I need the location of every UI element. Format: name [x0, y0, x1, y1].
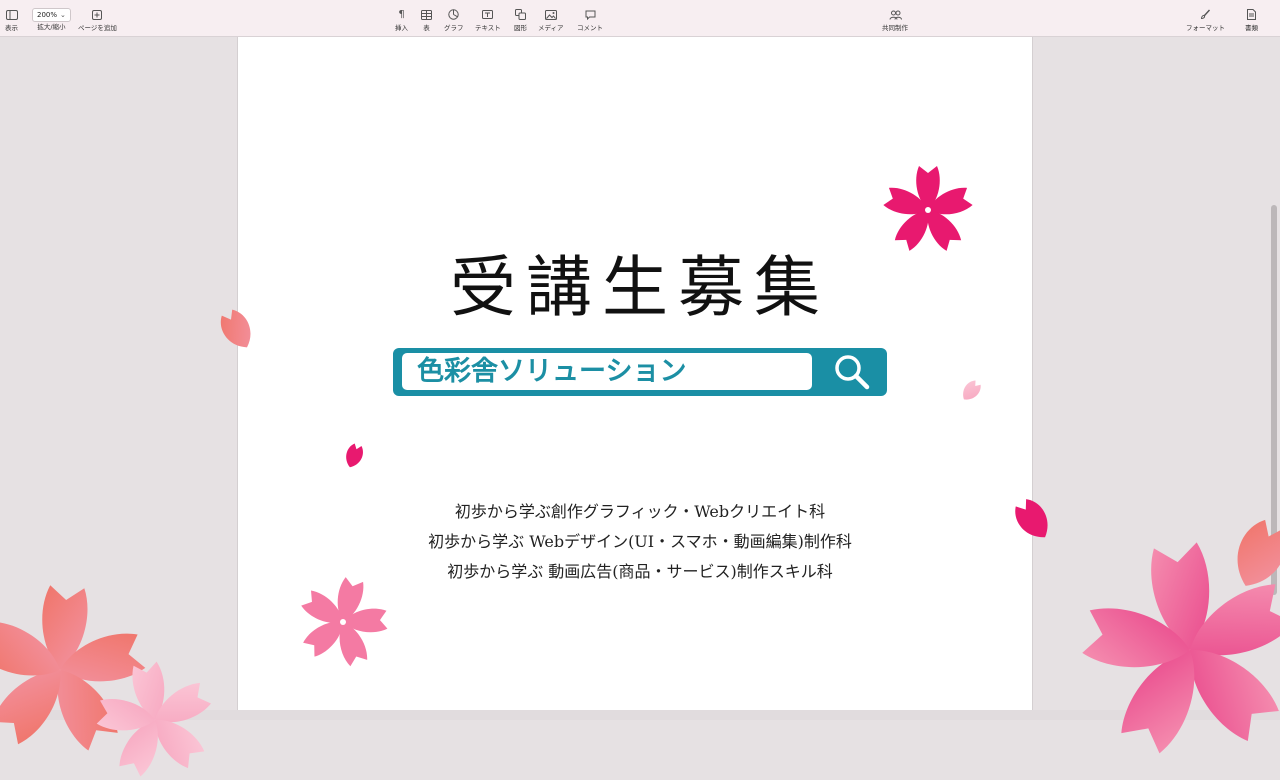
insert-button[interactable]: ¶ 挿入 — [395, 8, 408, 32]
pie-chart-icon — [448, 8, 459, 21]
media-button[interactable]: メディア — [538, 8, 564, 32]
view-label: 表示 — [5, 24, 18, 32]
image-icon — [544, 8, 557, 21]
table-label: 表 — [423, 24, 430, 32]
shape-button[interactable]: 図形 — [514, 8, 527, 32]
course-item: 初歩から学ぶ Webデザイン(UI・スマホ・動画編集)制作科 — [428, 532, 852, 551]
format-label: フォーマット — [1186, 24, 1225, 32]
zoom-value: 200% — [37, 11, 58, 19]
text-box-icon — [482, 8, 494, 21]
shape-icon — [515, 8, 526, 21]
sakura-petal-pink-small — [958, 377, 984, 405]
table-icon — [421, 8, 432, 21]
zoom-select[interactable]: 200% ⌄ — [32, 8, 71, 22]
sakura-petal-magenta — [1009, 494, 1057, 546]
pilcrow-icon: ¶ — [398, 9, 405, 20]
plus-square-icon — [92, 8, 103, 21]
sakura-flower-magenta — [882, 166, 974, 253]
sakura-petal-coral — [215, 306, 259, 354]
comment-button[interactable]: コメント — [577, 8, 603, 32]
search-button-graphic — [821, 352, 883, 392]
search-text: 色彩舎ソリューション — [402, 353, 812, 390]
toolbar: 表示 200% ⌄ 拡大/縮小 ページを追加 ¶ 挿入 表 グラフ テキスト 図… — [0, 0, 1280, 37]
document-label: 書類 — [1245, 24, 1258, 32]
course-item: 初歩から学ぶ 動画広告(商品・サービス)制作スキル科 — [447, 562, 833, 581]
sidebar-icon — [5, 8, 18, 21]
magnifier-icon — [835, 355, 870, 390]
search-bar-graphic: 色彩舎ソリューション — [393, 348, 887, 396]
chevron-down-icon: ⌄ — [60, 11, 66, 19]
document-button[interactable]: 書類 — [1245, 8, 1258, 32]
sakura-petal-magenta-small — [342, 441, 366, 471]
add-page-label: ページを追加 — [78, 24, 117, 32]
zoom-label: 拡大/縮小 — [37, 23, 66, 31]
comment-label: コメント — [577, 24, 603, 32]
collaborate-label: 共同制作 — [882, 24, 908, 32]
format-button[interactable]: フォーマット — [1186, 8, 1225, 32]
course-list: 初歩から学ぶ創作グラフィック・Webクリエイト科 初歩から学ぶ Webデザイン(… — [340, 497, 940, 587]
sakura-flower-pink — [299, 576, 388, 668]
people-icon — [889, 8, 902, 21]
sakura-petal-coral-edge — [1225, 514, 1280, 596]
view-button[interactable]: 表示 — [5, 8, 18, 32]
add-page-button[interactable]: ページを追加 — [78, 8, 117, 32]
headline: 受講生募集 — [450, 249, 830, 326]
paintbrush-icon — [1200, 8, 1211, 21]
zoom-control[interactable]: 200% ⌄ 拡大/縮小 — [32, 8, 71, 31]
collaborate-button[interactable]: 共同制作 — [882, 8, 908, 32]
document-icon — [1247, 8, 1256, 21]
text-label: テキスト — [475, 24, 501, 32]
sakura-flower-light — [96, 661, 213, 779]
insert-label: 挿入 — [395, 24, 408, 32]
text-button[interactable]: テキスト — [475, 8, 501, 32]
chart-button[interactable]: グラフ — [444, 8, 464, 32]
shape-label: 図形 — [514, 24, 527, 32]
chart-label: グラフ — [444, 24, 464, 32]
comment-bubble-icon — [585, 8, 596, 21]
table-button[interactable]: 表 — [421, 8, 432, 32]
course-item: 初歩から学ぶ創作グラフィック・Webクリエイト科 — [454, 502, 826, 521]
media-label: メディア — [538, 24, 564, 32]
